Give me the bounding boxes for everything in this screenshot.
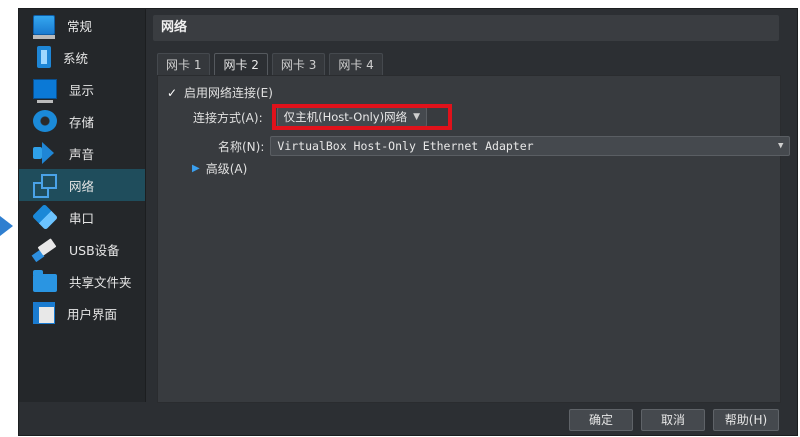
advanced-label: 高级(A): [205, 162, 248, 176]
sidebar-item-general[interactable]: 常规: [19, 9, 145, 41]
sidebar-item-label: 声音: [69, 146, 95, 162]
shared-folder-icon: [33, 270, 57, 292]
sidebar-item-storage[interactable]: 存储: [19, 105, 145, 137]
tab-adapter-2[interactable]: 网卡 2: [214, 53, 268, 76]
sidebar-item-label: 用户界面: [67, 306, 118, 322]
dialog-footer: 确定 取消 帮助(H): [19, 403, 797, 435]
enable-network-row: ✓ 启用网络连接(E): [166, 84, 273, 101]
page-title: 网络: [153, 15, 779, 41]
sidebar-item-user-interface[interactable]: 用户界面: [19, 297, 145, 329]
tab-adapter-4[interactable]: 网卡 4: [329, 53, 383, 76]
storage-disk-icon: [33, 110, 57, 132]
cancel-button[interactable]: 取消: [641, 409, 705, 431]
tab-adapter-3[interactable]: 网卡 3: [271, 53, 326, 76]
sidebar-item-label: 串口: [69, 210, 95, 226]
sidebar-item-display[interactable]: 显示: [19, 73, 145, 105]
network-icon: [33, 174, 57, 198]
help-button[interactable]: 帮助(H): [713, 409, 779, 431]
ok-button[interactable]: 确定: [569, 409, 633, 431]
sidebar-item-shared-folders[interactable]: 共享文件夹: [19, 265, 145, 297]
expand-triangle-icon: ▶: [192, 163, 200, 174]
adapter-tabs: 网卡 1 网卡 2 网卡 3 网卡 4: [157, 53, 387, 76]
sidebar-item-usb[interactable]: USB设备: [19, 233, 145, 265]
usb-icon: [33, 238, 57, 260]
audio-speaker-icon: [33, 142, 57, 164]
adapter-tab-page: ✓ 启用网络连接(E) 连接方式(A): 仅主机(Host-Only)网络 ▼ …: [157, 75, 791, 403]
system-chip-icon: [37, 46, 51, 68]
sidebar-item-audio[interactable]: 声音: [19, 137, 145, 169]
serial-port-icon: [31, 203, 59, 231]
adapter-name-label: 名称(N):: [218, 139, 265, 154]
enable-network-label: 启用网络连接(E): [184, 86, 273, 100]
chevron-down-icon: ▼: [777, 141, 784, 151]
settings-sidebar: 常规 系统 显示 存储 声音 网络 串口 USB设备 共享文件夹 用户界面: [19, 9, 146, 402]
network-settings-panel: 网络 网卡 1 网卡 2 网卡 3 网卡 4 ✓ 启用网络连接(E) 连接方式(…: [153, 15, 791, 403]
sidebar-item-label: 共享文件夹: [69, 274, 132, 290]
advanced-toggle[interactable]: ▶ 高级(A): [192, 160, 247, 177]
sidebar-item-label: 常规: [67, 18, 93, 34]
display-monitor-icon: [33, 79, 57, 103]
sidebar-item-label: 显示: [69, 82, 95, 98]
attached-to-label: 连接方式(A):: [193, 110, 263, 125]
adapter-name-row: 名称(N): VirtualBox Host-Only Ethernet Ada…: [218, 136, 791, 156]
sidebar-item-label: USB设备: [69, 242, 120, 258]
adapter-name-value: VirtualBox Host-Only Ethernet Adapter: [277, 139, 534, 153]
sidebar-item-label: 存储: [69, 114, 95, 130]
sidebar-item-label: 网络: [69, 178, 95, 194]
tab-adapter-1[interactable]: 网卡 1: [157, 53, 211, 76]
sidebar-item-system[interactable]: 系统: [19, 41, 145, 73]
general-settings-icon: [33, 15, 55, 39]
sidebar-item-label: 系统: [63, 50, 89, 66]
settings-dialog: 常规 系统 显示 存储 声音 网络 串口 USB设备 共享文件夹 用户界面 网络…: [18, 8, 798, 436]
sidebar-item-network[interactable]: 网络: [19, 169, 145, 201]
attached-to-row: 连接方式(A): 仅主机(Host-Only)网络 ▼: [193, 107, 428, 127]
attached-to-value: 仅主机(Host-Only)网络: [283, 110, 408, 124]
adapter-name-select[interactable]: VirtualBox Host-Only Ethernet Adapter ▼: [270, 136, 791, 156]
pointer-arrow-icon: [0, 216, 13, 236]
sidebar-item-serial[interactable]: 串口: [19, 201, 145, 233]
user-interface-icon: [33, 302, 55, 324]
chevron-down-icon: ▼: [413, 112, 421, 122]
attached-to-select[interactable]: 仅主机(Host-Only)网络 ▼: [276, 107, 428, 127]
enable-network-checkbox[interactable]: ✓: [166, 87, 178, 99]
